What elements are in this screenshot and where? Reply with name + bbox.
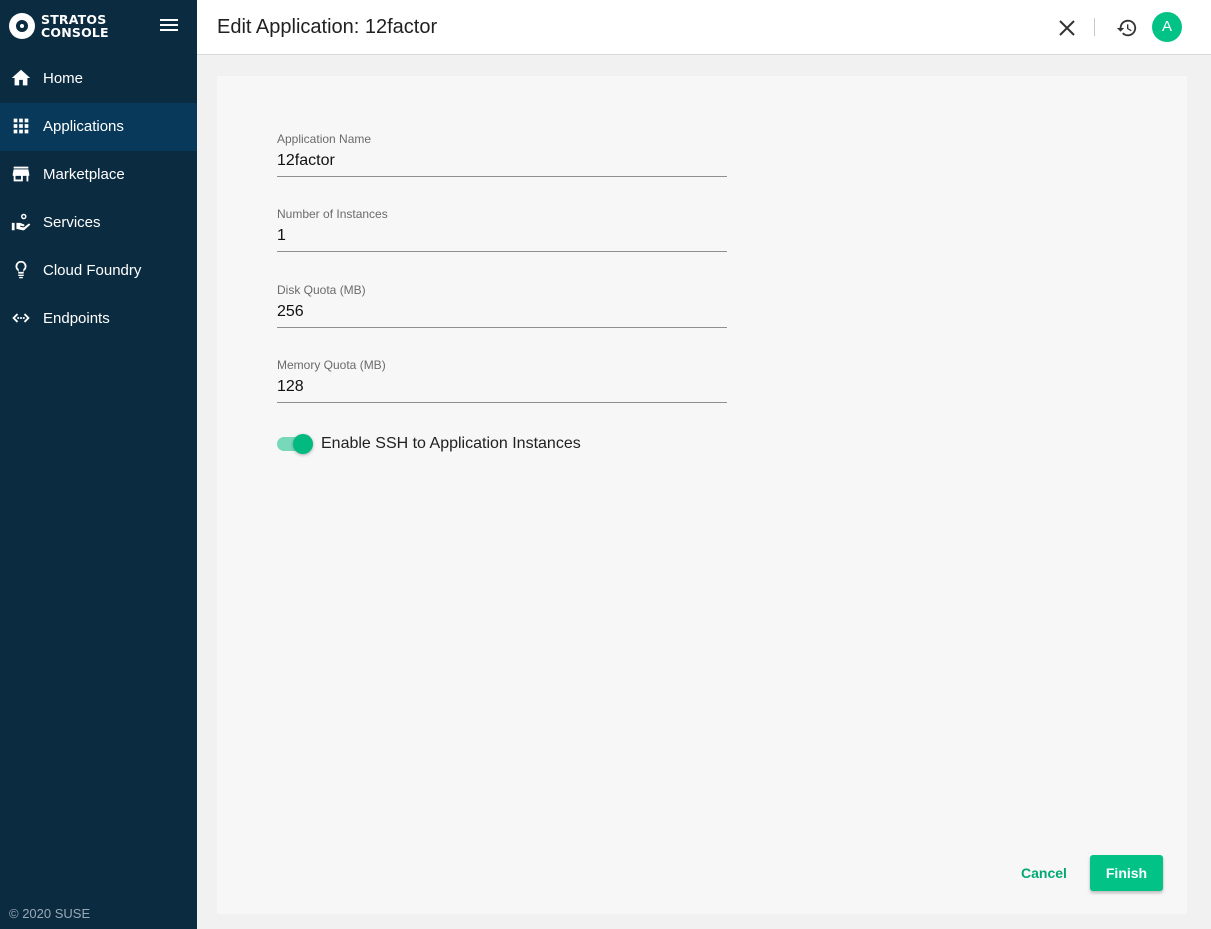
finish-button[interactable]: Finish (1090, 855, 1163, 891)
ssh-toggle-thumb (293, 434, 313, 454)
avatar[interactable]: A (1152, 12, 1182, 42)
header-divider (1094, 18, 1095, 36)
page-title: Edit Application: 12factor (217, 16, 438, 38)
sidebar-item-applications[interactable]: Applications (0, 103, 197, 151)
ssh-toggle-row: Enable SSH to Application Instances (277, 434, 581, 454)
disk-quota-label: Disk Quota (MB) (277, 283, 366, 297)
stratos-logo-icon (9, 13, 35, 39)
cancel-button[interactable]: Cancel (1013, 856, 1075, 890)
history-icon[interactable] (1116, 17, 1138, 39)
home-icon (10, 67, 32, 91)
sidebar-item-label: Cloud Foundry (43, 262, 142, 279)
app-name-input[interactable] (277, 146, 727, 177)
instances-field-group: Number of Instances (277, 207, 727, 252)
app-name-label: Application Name (277, 132, 372, 146)
cloud-foundry-icon (10, 259, 32, 283)
service-hand-icon (10, 211, 32, 235)
sidebar-item-home[interactable]: Home (0, 55, 197, 103)
app-name-field-group: Application Name (277, 132, 727, 177)
disk-quota-field-group: Disk Quota (MB) (277, 283, 727, 328)
ssh-toggle[interactable] (277, 434, 313, 454)
sidebar: STRATOS CONSOLE Home Applications Market… (0, 0, 197, 929)
logo-text: STRATOS CONSOLE (41, 13, 109, 39)
logo-line-2: CONSOLE (41, 25, 109, 40)
sidebar-item-label: Endpoints (43, 310, 110, 327)
sidebar-item-marketplace[interactable]: Marketplace (0, 151, 197, 199)
ssh-toggle-label: Enable SSH to Application Instances (321, 435, 581, 452)
sidebar-item-label: Applications (43, 118, 124, 135)
memory-quota-field-group: Memory Quota (MB) (277, 358, 727, 403)
sidebar-item-services[interactable]: Services (0, 199, 197, 247)
store-icon (10, 163, 32, 187)
menu-icon[interactable] (160, 19, 178, 35)
instances-label: Number of Instances (277, 207, 388, 221)
endpoints-icon (10, 307, 32, 331)
instances-input[interactable] (277, 221, 727, 252)
sidebar-item-endpoints[interactable]: Endpoints (0, 295, 197, 343)
memory-quota-label: Memory Quota (MB) (277, 358, 386, 372)
logo-row: STRATOS CONSOLE (0, 0, 197, 55)
sidebar-item-label: Marketplace (43, 166, 125, 183)
stratos-logo[interactable]: STRATOS CONSOLE (9, 13, 109, 39)
close-icon[interactable] (1058, 19, 1076, 37)
sidebar-item-label: Home (43, 70, 84, 87)
sidebar-item-label: Services (43, 214, 101, 231)
header: Edit Application: 12factor A (197, 0, 1211, 55)
copyright: © 2020 SUSE (9, 906, 91, 921)
memory-quota-input[interactable] (277, 372, 727, 403)
edit-app-panel: Application Name Number of Instances Dis… (217, 76, 1187, 914)
sidebar-item-cloud-foundry[interactable]: Cloud Foundry (0, 247, 197, 295)
disk-quota-input[interactable] (277, 297, 727, 328)
apps-grid-icon (10, 115, 32, 139)
